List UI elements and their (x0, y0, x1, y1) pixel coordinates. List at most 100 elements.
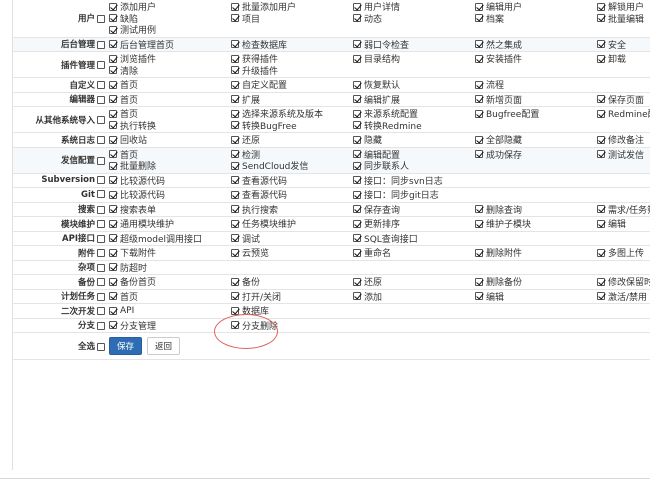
permission-item[interactable]: 项目 (231, 13, 353, 24)
permission-item[interactable]: 修改保留时间 (597, 276, 650, 288)
permission-item[interactable]: 首页 (109, 94, 231, 105)
permission-item[interactable]: 扩展 (231, 94, 353, 105)
permission-item[interactable]: 编辑用户 (475, 1, 597, 13)
permission-item[interactable]: 任务模块维护 (231, 218, 353, 230)
permission-checkbox[interactable] (475, 14, 483, 23)
permission-item[interactable]: 检查数据库 (231, 39, 353, 50)
permission-item[interactable]: 下载附件 (109, 247, 231, 259)
permission-checkbox[interactable] (231, 277, 239, 286)
permission-item[interactable]: 自定义配置 (231, 79, 353, 91)
permission-checkbox[interactable] (475, 248, 483, 257)
permission-item[interactable]: 测试发信 (597, 149, 650, 160)
permission-item[interactable]: 首页 (109, 149, 231, 160)
permission-item[interactable]: SQL查询接口 (353, 233, 475, 244)
permission-checkbox[interactable] (597, 109, 605, 118)
permission-checkbox[interactable] (231, 80, 239, 89)
permission-item[interactable]: 备份首页 (109, 276, 231, 288)
permission-checkbox[interactable] (231, 248, 239, 257)
permission-checkbox[interactable] (109, 14, 117, 23)
permission-checkbox[interactable] (353, 248, 361, 257)
permission-item[interactable]: API (109, 305, 231, 317)
permission-checkbox[interactable] (353, 292, 361, 301)
permission-item[interactable]: 多图上传 (597, 247, 650, 259)
permission-checkbox[interactable] (231, 121, 239, 130)
permission-checkbox[interactable] (109, 25, 117, 34)
permission-checkbox[interactable] (353, 109, 361, 118)
permission-checkbox[interactable] (231, 292, 239, 301)
permission-item[interactable]: 执行转换 (109, 120, 231, 131)
permission-item[interactable]: 检测 (231, 149, 353, 160)
permission-item[interactable]: 云预览 (231, 247, 353, 259)
permission-item[interactable]: 批量添加用户 (231, 1, 353, 13)
permission-checkbox[interactable] (353, 205, 361, 214)
permission-item[interactable]: 成功保存 (475, 149, 597, 160)
permission-item[interactable]: 编辑 (475, 291, 597, 302)
permission-checkbox[interactable] (475, 219, 483, 228)
permission-checkbox[interactable] (475, 2, 483, 11)
permission-checkbox[interactable] (597, 219, 605, 228)
permission-item[interactable]: 动态 (353, 13, 475, 24)
module-select-all-checkbox[interactable] (97, 61, 105, 69)
permission-item[interactable]: 转换BugFree (231, 120, 353, 131)
permission-checkbox[interactable] (231, 66, 239, 75)
permission-item[interactable]: 激活/禁用 (597, 291, 650, 302)
permission-item[interactable]: 安装插件 (475, 53, 597, 65)
module-select-all-checkbox[interactable] (97, 14, 105, 23)
permission-item[interactable]: 调试 (231, 233, 353, 244)
permission-checkbox[interactable] (109, 40, 117, 49)
permission-item[interactable]: 批量删除 (109, 160, 231, 172)
permission-checkbox[interactable] (597, 205, 605, 214)
permission-item[interactable]: 执行搜索 (231, 204, 353, 215)
permission-item[interactable]: 比较源代码 (109, 189, 231, 201)
permission-item[interactable]: 流程 (475, 79, 597, 91)
permission-checkbox[interactable] (231, 176, 239, 185)
permission-item[interactable]: 保存页面 (597, 94, 650, 105)
permission-checkbox[interactable] (109, 190, 117, 199)
permission-item[interactable]: 升级插件 (231, 65, 353, 76)
module-select-all-checkbox[interactable] (97, 307, 105, 316)
module-select-all-checkbox[interactable] (97, 220, 105, 229)
module-select-all-checkbox[interactable] (97, 205, 105, 214)
permission-checkbox[interactable] (353, 161, 361, 170)
permission-checkbox[interactable] (475, 109, 483, 118)
permission-item[interactable]: 转换Redmine (353, 120, 475, 131)
permission-checkbox[interactable] (231, 2, 239, 11)
permission-checkbox[interactable] (231, 219, 239, 228)
permission-checkbox[interactable] (109, 205, 117, 214)
permission-item[interactable]: 分支管理 (109, 320, 231, 331)
permission-checkbox[interactable] (475, 54, 483, 63)
permission-checkbox[interactable] (597, 150, 605, 159)
permission-checkbox[interactable] (109, 234, 117, 243)
permission-item[interactable]: 目录结构 (353, 53, 475, 65)
permission-item[interactable]: 添加用户 (109, 1, 231, 13)
permission-checkbox[interactable] (353, 135, 361, 144)
permission-item[interactable]: 超级model调用接口 (109, 233, 231, 244)
permission-checkbox[interactable] (231, 190, 239, 199)
permission-checkbox[interactable] (109, 80, 117, 89)
permission-item[interactable]: 接口：同步svn日志 (353, 175, 475, 186)
permission-checkbox[interactable] (109, 219, 117, 228)
permission-checkbox[interactable] (353, 121, 361, 130)
permission-item[interactable]: 来源系统配置 (353, 108, 475, 120)
permission-item[interactable]: Redmine配置 (597, 108, 650, 120)
permission-item[interactable]: 还原 (231, 134, 353, 146)
permission-checkbox[interactable] (353, 277, 361, 286)
back-button[interactable]: 返回 (147, 337, 181, 355)
permission-checkbox[interactable] (597, 277, 605, 286)
permission-checkbox[interactable] (597, 2, 605, 11)
permission-checkbox[interactable] (231, 306, 239, 315)
permission-checkbox[interactable] (353, 54, 361, 63)
permission-item[interactable]: 后台管理首页 (109, 39, 231, 50)
permission-checkbox[interactable] (475, 40, 483, 49)
module-select-all-checkbox[interactable] (97, 95, 105, 104)
permission-checkbox[interactable] (109, 277, 117, 286)
permission-checkbox[interactable] (109, 176, 117, 185)
permission-item[interactable]: 然之集成 (475, 39, 597, 50)
permission-item[interactable]: 重命名 (353, 247, 475, 259)
permission-checkbox[interactable] (109, 121, 117, 130)
permission-checkbox[interactable] (109, 321, 117, 330)
permission-checkbox[interactable] (475, 292, 483, 301)
permission-checkbox[interactable] (109, 54, 117, 63)
permission-item[interactable]: 更新排序 (353, 218, 475, 230)
permission-checkbox[interactable] (231, 109, 239, 118)
